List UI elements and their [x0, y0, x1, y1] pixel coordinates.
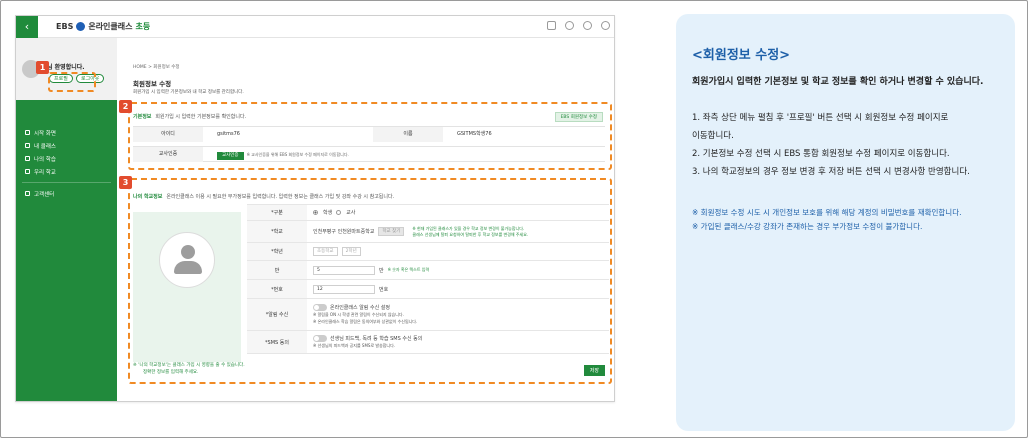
- marker-2: 2: [119, 100, 132, 113]
- logo-text: 온라인클래스: [88, 22, 133, 31]
- step-3: 3. 나의 학교정보의 경우 정보 변경 후 저장 버튼 선택 시 변경사항 반…: [692, 167, 970, 177]
- marker-3: 3: [119, 176, 132, 189]
- sidebar-item-school[interactable]: 우리 학교: [16, 165, 117, 178]
- panel-steps: 1. 좌측 상단 메뉴 펼침 후 '프로필' 버튼 선택 시 회원정보 수정 페…: [692, 109, 1008, 181]
- screenshot-area: ‹ EBS 온라인클래스 초등 학생님 환영합니다. 프로필 로그아웃 시작 화…: [15, 15, 615, 402]
- marker-box-1: [48, 72, 96, 92]
- note-2: ※ 가입된 클래스/수강 강좌가 존재하는 경우 부가정보 수정이 불가합니다.: [692, 222, 923, 231]
- study-icon: [25, 156, 30, 161]
- step-1b: 이동합니다.: [692, 131, 734, 141]
- sidebar-item-label: 시작 화면: [34, 130, 56, 137]
- sidebar-item-label: 고객센터: [34, 191, 55, 198]
- top-bar: ‹ EBS 온라인클래스 초등: [16, 16, 614, 38]
- headset-icon: [25, 191, 30, 196]
- sidebar-item-label: 우리 학교: [34, 169, 56, 176]
- panel-notes: ※ 회원정보 수정 시도 시 개인정보 보호를 위해 해당 계정의 비밀번호를 …: [692, 206, 962, 234]
- class-icon: [25, 143, 30, 148]
- page-subtitle: 회원가입 시 입력한 기본정보와 내 학교 정보를 관리합니다.: [133, 90, 244, 95]
- message-icon[interactable]: [547, 21, 556, 30]
- school-icon: [25, 169, 30, 174]
- logo-dot-icon: [76, 22, 86, 31]
- panel-title: <회원정보 수정>: [692, 48, 791, 63]
- sidebar-menu: 시작 화면 내 클래스 나의 학습 우리 학교 고객센터: [16, 126, 117, 200]
- user-icon[interactable]: [601, 21, 610, 30]
- bell-icon[interactable]: [583, 21, 592, 30]
- people-icon[interactable]: [565, 21, 574, 30]
- home-icon: [25, 130, 30, 135]
- step-1a: 1. 좌측 상단 메뉴 펼침 후 '프로필' 버튼 선택 시 회원정보 수정 페…: [692, 113, 949, 123]
- top-icons: [547, 21, 610, 30]
- breadcrumb: HOME > 회원정보 수정: [133, 65, 180, 70]
- sidebar: 학생님 환영합니다. 프로필 로그아웃 시작 화면 내 클래스 나의 학습 우리…: [16, 38, 117, 401]
- logo-ebs: EBS: [56, 22, 74, 31]
- sidebar-item-my-study[interactable]: 나의 학습: [16, 152, 117, 165]
- back-arrow-icon[interactable]: ‹: [16, 16, 38, 38]
- marker-box-2: [128, 102, 612, 170]
- sidebar-item-support[interactable]: 고객센터: [16, 187, 117, 200]
- sidebar-item-my-class[interactable]: 내 클래스: [16, 139, 117, 152]
- panel-lead: 회원가입시 입력한 기본정보 및 학교 정보를 확인 하거나 변경할 수 있습니…: [692, 77, 984, 87]
- page-title: 회원정보 수정: [133, 80, 172, 88]
- marker-box-3: [128, 178, 612, 384]
- note-1: ※ 회원정보 수정 시도 시 개인정보 보호를 위해 해당 계정의 비밀번호를 …: [692, 208, 962, 217]
- sidebar-item-home[interactable]: 시작 화면: [16, 126, 117, 139]
- sidebar-item-label: 내 클래스: [34, 143, 56, 150]
- logo-level: 초등: [135, 22, 151, 31]
- step-2: 2. 기본정보 수정 선택 시 EBS 통합 회원정보 수정 페이지로 이동합니…: [692, 149, 950, 159]
- marker-1: 1: [36, 61, 49, 74]
- logo[interactable]: EBS 온라인클래스 초등: [56, 21, 150, 32]
- sidebar-item-label: 나의 학습: [34, 156, 56, 163]
- info-panel: <회원정보 수정> 회원가입시 입력한 기본정보 및 학교 정보를 확인 하거나…: [676, 14, 1015, 431]
- divider: [22, 182, 111, 183]
